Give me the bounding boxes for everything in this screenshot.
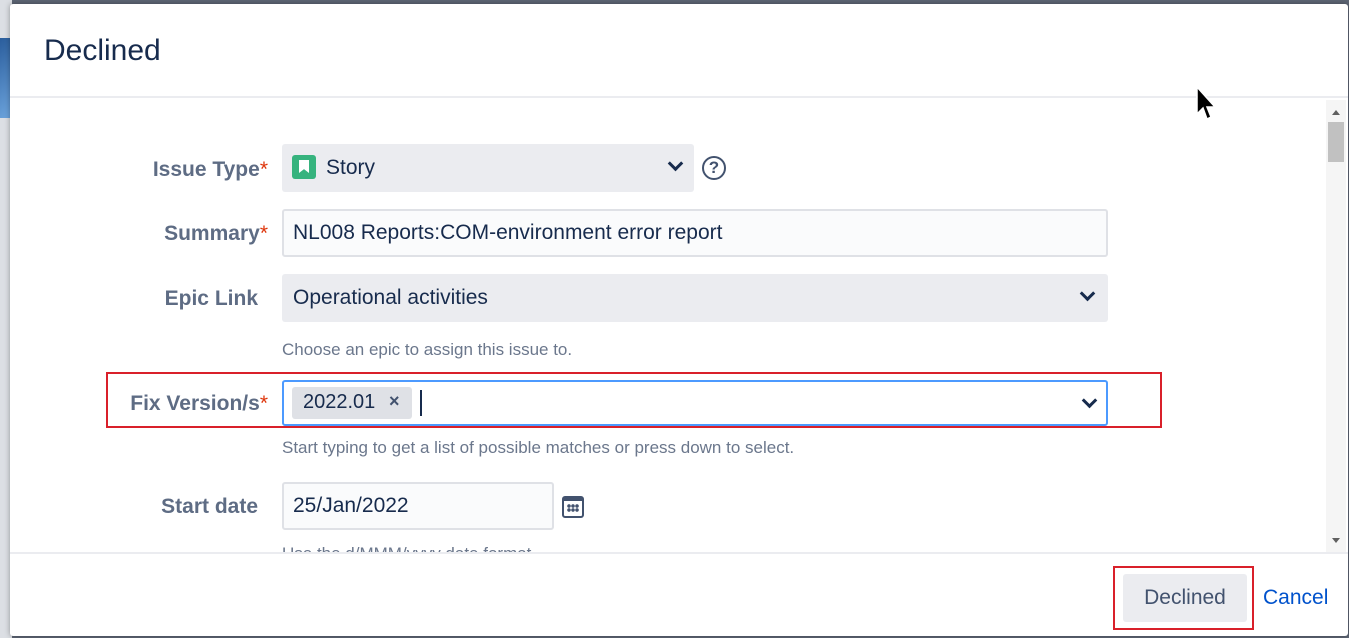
required-mark: * — [259, 158, 268, 181]
start-date-label: Start date — [161, 495, 258, 518]
dialog-footer: Declined Cancel — [10, 552, 1348, 636]
version-tag: 2022.01 × — [292, 387, 412, 419]
cancel-link[interactable]: Cancel — [1263, 586, 1328, 610]
chevron-down-icon — [1079, 285, 1096, 302]
epic-link-value: Operational activities — [293, 286, 488, 309]
chevron-down-icon — [667, 155, 684, 172]
fix-versions-input[interactable]: 2022.01 × — [282, 380, 1108, 426]
chevron-down-icon[interactable] — [1081, 392, 1098, 409]
transition-dialog: Declined Issue Type* Story ? Summary* NL… — [10, 4, 1348, 636]
epic-link-hint: Choose an epic to assign this issue to. — [282, 340, 573, 359]
story-icon — [292, 155, 316, 179]
fix-versions-label: Fix Version/s* — [20, 392, 268, 416]
issue-type-select[interactable]: Story — [282, 144, 694, 192]
epic-link-select[interactable]: Operational activities — [282, 274, 1108, 322]
declined-button[interactable]: Declined — [1123, 574, 1247, 622]
scroll-up-arrow-icon[interactable] — [1332, 110, 1340, 115]
dialog-header: Declined — [10, 4, 1348, 98]
summary-label-text: Summary — [164, 222, 260, 245]
fix-versions-label-text: Fix Version/s — [130, 392, 260, 415]
remove-tag-icon[interactable]: × — [389, 391, 400, 412]
mouse-pointer-icon — [1196, 86, 1217, 121]
help-icon[interactable]: ? — [702, 156, 726, 180]
start-date-hint: Use the d/MMM/yyyy date format. — [282, 540, 536, 552]
scrollbar[interactable] — [1326, 100, 1346, 552]
text-caret — [420, 390, 422, 416]
required-mark: * — [259, 222, 268, 245]
scroll-thumb[interactable] — [1328, 122, 1344, 162]
issue-type-label-text: Issue Type — [152, 158, 260, 181]
start-date-input[interactable]: 25/Jan/2022 — [282, 482, 554, 530]
epic-link-label: Epic Link — [164, 287, 258, 310]
calendar-icon[interactable] — [562, 496, 584, 518]
scroll-down-arrow-icon[interactable] — [1332, 538, 1340, 543]
issue-type-value: Story — [326, 156, 376, 179]
dialog-title: Declined — [44, 34, 161, 67]
issue-type-label: Issue Type* — [20, 158, 268, 182]
dialog-body[interactable]: Issue Type* Story ? Summary* NL008 Repor… — [10, 100, 1326, 552]
required-mark: * — [259, 392, 268, 415]
summary-input[interactable]: NL008 Reports:COM-environment error repo… — [282, 209, 1108, 257]
summary-label: Summary* — [20, 222, 268, 246]
version-tag-label: 2022.01 — [303, 391, 376, 413]
fix-versions-hint: Start typing to get a list of possible m… — [282, 438, 795, 457]
